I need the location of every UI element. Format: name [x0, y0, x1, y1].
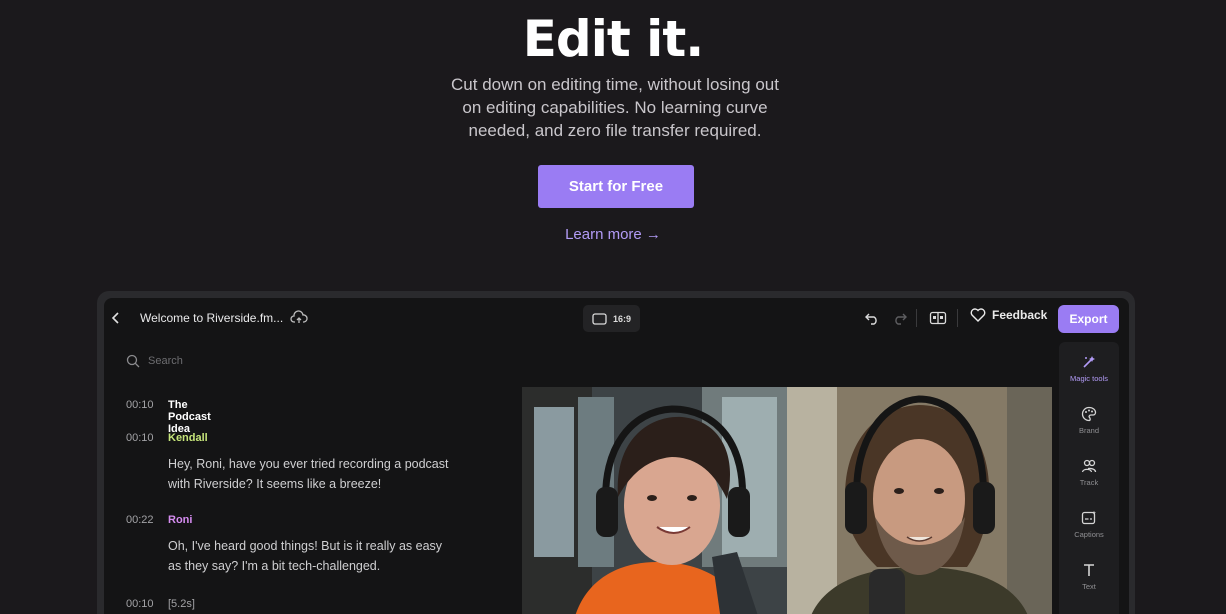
section-title: The Podcast Idea	[168, 399, 211, 435]
transcript-line: with Riverside? It seems like a breeze!	[168, 477, 382, 491]
toolbar-divider	[916, 309, 917, 327]
transcript-text[interactable]: Oh, I've heard good things! But is it re…	[168, 536, 488, 576]
rail-item-brand[interactable]: Brand	[1059, 406, 1119, 435]
rail-item-captions[interactable]: Captions	[1059, 510, 1119, 539]
layout-icon[interactable]	[929, 310, 947, 326]
transcript-line: Hey, Roni, have you ever tried recording…	[168, 457, 449, 471]
rail-item-label: Text	[1082, 582, 1096, 591]
timestamp[interactable]: 00:10	[126, 598, 154, 610]
back-icon[interactable]	[110, 310, 122, 326]
video-preview[interactable]	[522, 387, 1052, 614]
undo-icon[interactable]	[864, 310, 880, 326]
heart-icon	[970, 308, 986, 322]
timestamp[interactable]: 00:10	[126, 399, 154, 411]
editor-toolbar: Welcome to Riverside.fm... 16:9 Feedback…	[104, 298, 1129, 338]
document-title[interactable]: Welcome to Riverside.fm...	[140, 311, 283, 325]
rail-item-track[interactable]: Track	[1059, 458, 1119, 487]
magic-wand-icon	[1083, 356, 1095, 368]
rail-item-label: Magic tools	[1070, 374, 1108, 383]
hero-subtitle-line: needed, and zero file transfer required.	[468, 121, 762, 140]
captions-icon	[1081, 510, 1096, 525]
transcript-search[interactable]: Search	[126, 354, 183, 368]
transcript-text[interactable]: Hey, Roni, have you ever tried recording…	[168, 454, 488, 494]
hero-subtitle-line: on editing capabilities. No learning cur…	[462, 98, 768, 117]
timestamp[interactable]: 00:10	[126, 432, 154, 444]
toolbar-divider	[957, 309, 958, 327]
tools-rail: Magic tools Brand Track Captions Text	[1059, 342, 1119, 614]
aspect-ratio-label: 16:9	[613, 313, 632, 324]
search-input[interactable]: Search	[148, 355, 183, 367]
rail-item-magic-tools[interactable]: Magic tools	[1059, 354, 1119, 383]
timestamp[interactable]: 00:22	[126, 514, 154, 526]
aspect-ratio-button[interactable]: 16:9	[583, 305, 640, 332]
hero-subtitle-line: Cut down on editing time, without losing…	[451, 75, 779, 94]
start-for-free-button[interactable]: Start for Free	[538, 165, 694, 208]
feedback-label: Feedback	[992, 308, 1048, 322]
palette-icon	[1081, 406, 1097, 422]
redo-icon[interactable]	[892, 310, 908, 326]
cloud-sync-icon	[290, 310, 308, 326]
rail-item-label: Brand	[1078, 426, 1099, 435]
hero-subtitle: Cut down on editing time, without losing…	[443, 73, 787, 142]
feedback-button[interactable]: Feedback	[970, 308, 1047, 322]
users-icon	[1081, 459, 1097, 473]
editor-window: Welcome to Riverside.fm... 16:9 Feedback…	[104, 298, 1129, 614]
learn-more-link[interactable]: Learn more →	[0, 226, 1226, 243]
transcript-line: as they say? I'm a bit tech-challenged.	[168, 559, 381, 573]
speaker-name: Kendall	[168, 432, 208, 444]
rail-item-text[interactable]: Text	[1059, 562, 1119, 591]
search-icon	[126, 354, 140, 368]
hero-title: Edit it.	[522, 10, 704, 68]
aspect-ratio-icon	[592, 312, 607, 325]
rail-item-label: Track	[1079, 478, 1099, 487]
rail-item-label: Captions	[1074, 530, 1104, 539]
transcript-line: Oh, I've heard good things! But is it re…	[168, 539, 443, 553]
video-participant-left	[522, 387, 787, 614]
pause-marker[interactable]: [5.2s]	[168, 598, 195, 610]
speaker-name: Roni	[168, 514, 193, 526]
learn-more-label[interactable]: Learn more →	[565, 226, 661, 243]
export-button[interactable]: Export	[1058, 305, 1119, 333]
video-participant-right	[787, 387, 1052, 614]
text-icon	[1084, 564, 1094, 576]
